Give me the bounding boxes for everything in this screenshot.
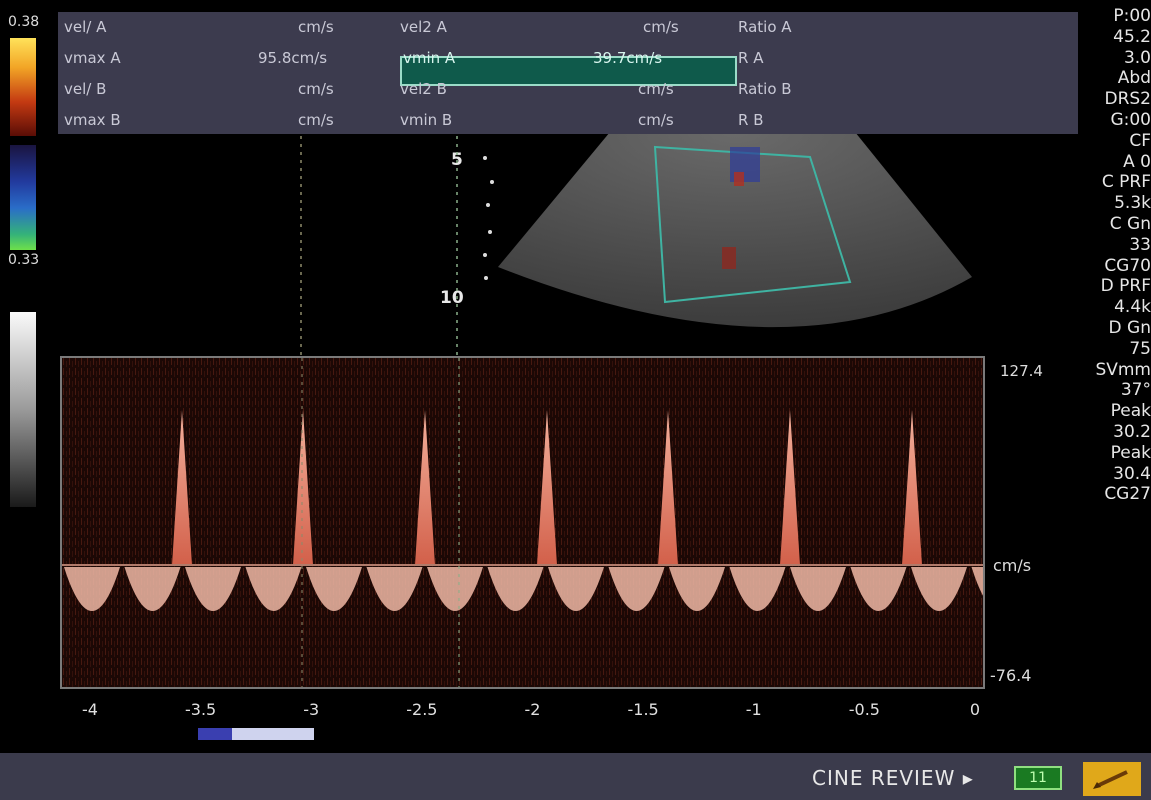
time-tick-label: -1.5 [627, 700, 659, 719]
param-text: C Gn [1109, 213, 1151, 234]
param-text: P:00 [1113, 6, 1151, 26]
param-text: D Gn [1108, 317, 1151, 338]
meas-label: vel2 A [400, 18, 447, 36]
cine-review-label: CINE REVIEW ▸ [812, 766, 974, 790]
measurement-row: vel/ A cm/s vel2 A cm/s Ratio A [58, 12, 1078, 42]
param-text: 30.2 [1113, 421, 1151, 442]
measurement-row: vel/ B cm/s vel2 B cm/s Ratio B [58, 74, 1078, 104]
meas-value: 39.7cm/s [593, 49, 663, 67]
cursor-line[interactable] [296, 136, 306, 356]
measurement-row: vmax B cm/s vmin B cm/s R B [58, 105, 1078, 135]
time-tick-label: -3.5 [185, 700, 217, 719]
param-text: Abd [1117, 68, 1151, 89]
param-text: SVmm [1095, 359, 1151, 380]
param-text: 30.4 [1113, 463, 1151, 484]
meas-value: cm/s [298, 18, 334, 36]
param-text: C PRF [1101, 172, 1151, 193]
acquisition-parameters-panel: P:00 45.2 3.0 Abd DRS2 G:00 CF A 0 C PRF… [1080, 6, 1151, 505]
velocity-scale-bottom: -76.4 [990, 666, 1032, 685]
meas-value: cm/s [643, 18, 679, 36]
meas-label: Ratio A [738, 18, 792, 36]
color-scale-bottom-label: 0.33 [8, 252, 40, 268]
spectral-doppler-display [60, 356, 985, 689]
param-text: 5.3k [1114, 193, 1151, 214]
param-text: CF [1129, 130, 1151, 151]
param-text: 3.0 [1123, 47, 1151, 68]
time-tick-label: -4 [82, 700, 98, 719]
color-doppler-sector-image [498, 132, 972, 328]
doppler-cursor-line[interactable] [452, 136, 462, 356]
param-text: 33 [1129, 234, 1151, 255]
meas-label: vmin A [403, 49, 456, 67]
cine-review-frame-indicator[interactable]: 11 [1014, 766, 1062, 790]
time-tick-label: -2 [524, 700, 541, 719]
meas-label: vmax B [64, 111, 121, 129]
meas-label: R A [738, 49, 764, 67]
measurement-table: vel/ A cm/s vel2 A cm/s Ratio A vmax A 9… [58, 12, 1078, 134]
meas-label: vmin B [400, 111, 453, 129]
param-text: 45.2 [1113, 26, 1151, 47]
meas-value: cm/s [298, 111, 334, 129]
param-text: DRS2 [1104, 89, 1151, 110]
time-tick-label: -1 [745, 700, 762, 719]
status-bar [0, 753, 1151, 800]
grayscale-bar [10, 312, 36, 507]
color-velocity-bar-negative [10, 145, 36, 250]
meas-value: cm/s [638, 111, 674, 129]
param-text: CG70 [1104, 255, 1151, 276]
meas-label: vel/ A [64, 18, 107, 36]
time-tick-label: -0.5 [848, 700, 880, 719]
annotation-pencil-icon[interactable] [1083, 762, 1141, 796]
meas-value: cm/s [298, 80, 334, 98]
time-tick-label: -2.5 [406, 700, 438, 719]
color-velocity-bar-positive [10, 38, 36, 136]
meas-label: R B [738, 111, 764, 129]
velocity-scale-top: 127.4 [1000, 362, 1043, 380]
spectral-waveform [62, 358, 983, 687]
param-text: D PRF [1100, 276, 1151, 297]
measurement-row: vmax A 95.8cm/s vmin A 39.7cm/s R A [58, 43, 1078, 73]
meas-label: Ratio B [738, 80, 792, 98]
depth-ticks [483, 156, 494, 280]
meas-value: cm/s [638, 80, 674, 98]
param-text: A 0 [1123, 151, 1151, 172]
color-scale-top-label: 0.38 [8, 14, 40, 30]
param-text: Peak [1110, 442, 1151, 463]
param-text: 37° [1120, 380, 1151, 401]
meas-label: vmax A [64, 49, 121, 67]
cine-slider-knob[interactable] [198, 728, 232, 740]
param-text: Peak [1110, 401, 1151, 422]
param-text: G:00 [1110, 109, 1151, 130]
time-tick-label: 0 [969, 700, 981, 719]
velocity-scale-unit: cm/s [993, 556, 1032, 575]
param-text: CG27 [1104, 484, 1151, 505]
meas-value: 95.8cm/s [258, 49, 328, 67]
meas-label: vel/ B [64, 80, 107, 98]
time-tick-label: -3 [303, 700, 320, 719]
param-text: 75 [1129, 338, 1151, 359]
param-text: 4.4k [1114, 297, 1151, 318]
meas-label: vel2 B [400, 80, 447, 98]
